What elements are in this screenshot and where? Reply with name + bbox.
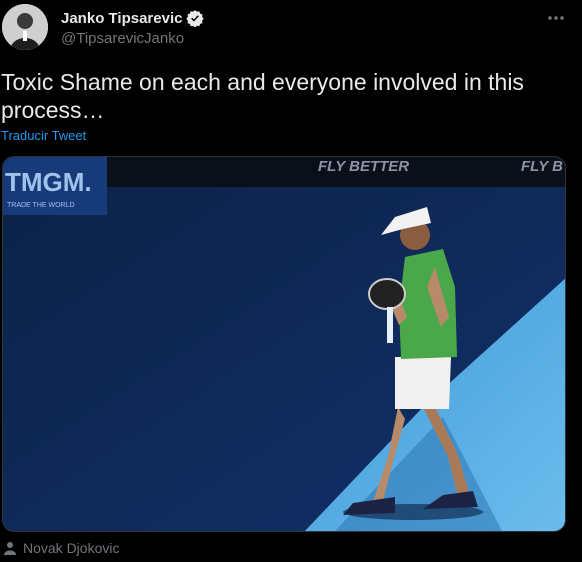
banner-fly-better: FLY BETTER: [318, 158, 409, 175]
author-display-name[interactable]: Janko Tipsarevic: [61, 10, 182, 27]
author-avatar[interactable]: [2, 4, 48, 50]
author-name-row: Janko Tipsarevic: [61, 9, 205, 27]
media-credit-name[interactable]: Novak Djokovic: [23, 540, 119, 556]
verified-badge-icon: [186, 10, 205, 27]
tennis-photo: TMGM. TRADE THE WORLD FLY BETTER FLY B: [3, 157, 565, 531]
translate-tweet-link[interactable]: Traducir Tweet: [1, 128, 86, 143]
tweet-media-photo[interactable]: TMGM. TRADE THE WORLD FLY BETTER FLY B: [2, 156, 566, 532]
tweet-text: Toxic Shame on each and everyone involve…: [1, 69, 524, 123]
banner-tmgm-sub: TRADE THE WORLD: [7, 202, 75, 209]
author-handle[interactable]: @TipsarevicJanko: [61, 30, 184, 47]
banner-tmgm-text: TMGM.: [5, 167, 92, 197]
person-icon: [4, 542, 16, 555]
avatar-photo-icon: [2, 4, 48, 50]
banner-fly-b: FLY B: [521, 158, 563, 175]
more-options-icon[interactable]: [546, 8, 566, 28]
tweet-header: Janko Tipsarevic @TipsarevicJanko: [0, 0, 582, 56]
media-credit: Novak Djokovic: [3, 540, 119, 556]
